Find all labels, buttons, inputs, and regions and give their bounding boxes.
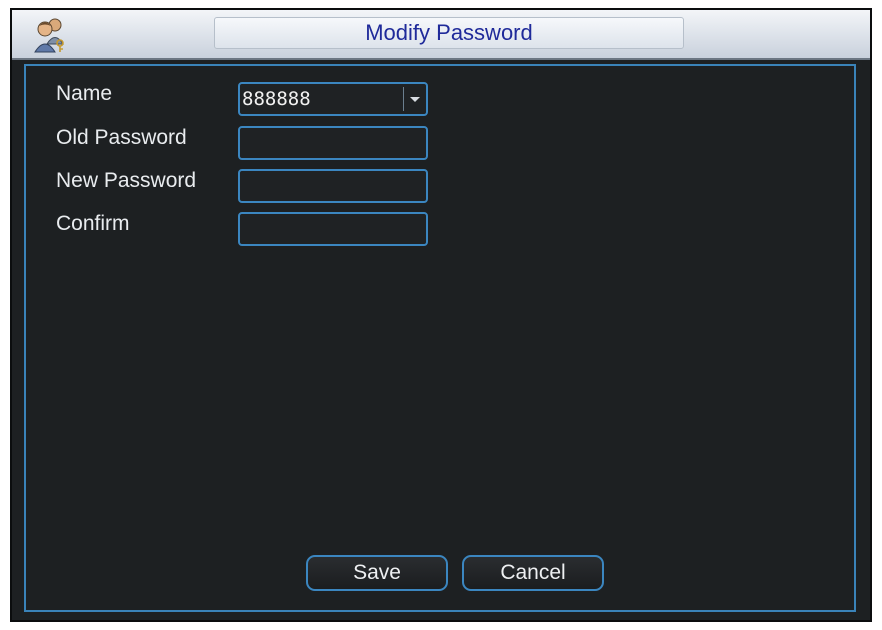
modify-password-window: Modify Password Name 888888 Old Password…: [10, 8, 872, 622]
form-panel: Name 888888 Old Password New Password Co…: [24, 64, 856, 612]
old-password-label: Old Password: [56, 126, 187, 149]
confirm-field[interactable]: [238, 212, 428, 246]
name-label: Name: [56, 82, 113, 105]
name-select-value: 888888: [242, 88, 311, 110]
window-title: Modify Password: [365, 20, 533, 45]
title-bar: Modify Password: [12, 10, 870, 60]
select-divider: [403, 87, 404, 111]
name-select[interactable]: 888888: [238, 82, 428, 116]
new-password-label: New Password: [56, 169, 197, 192]
save-button[interactable]: Save: [306, 555, 448, 591]
confirm-label: Confirm: [56, 212, 130, 235]
old-password-field[interactable]: [238, 126, 428, 160]
users-key-icon: [30, 14, 70, 54]
new-password-field[interactable]: [238, 169, 428, 203]
cancel-button[interactable]: Cancel: [462, 555, 604, 591]
chevron-down-icon[interactable]: [410, 97, 420, 102]
